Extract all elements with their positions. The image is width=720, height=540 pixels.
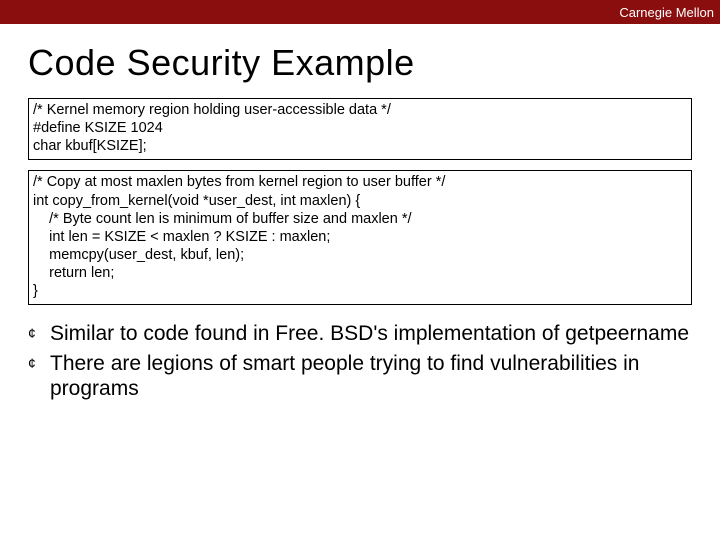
bullet-item: ¢ Similar to code found in Free. BSD's i…: [28, 321, 692, 347]
header-bar: Carnegie Mellon: [0, 0, 720, 24]
code-area: /* Kernel memory region holding user-acc…: [28, 98, 692, 305]
bullet-text: There are legions of smart people trying…: [50, 351, 692, 402]
code-block-1: /* Kernel memory region holding user-acc…: [28, 98, 692, 160]
bullet-marker-icon: ¢: [28, 351, 50, 402]
brand-label: Carnegie Mellon: [619, 5, 714, 20]
code-block-2: /* Copy at most maxlen bytes from kernel…: [28, 170, 692, 305]
bullet-text: Similar to code found in Free. BSD's imp…: [50, 321, 692, 347]
bullet-list: ¢ Similar to code found in Free. BSD's i…: [28, 321, 692, 402]
bullet-item: ¢ There are legions of smart people tryi…: [28, 351, 692, 402]
slide-title: Code Security Example: [28, 42, 720, 84]
slide: Carnegie Mellon Code Security Example /*…: [0, 0, 720, 540]
bullet-marker-icon: ¢: [28, 321, 50, 347]
